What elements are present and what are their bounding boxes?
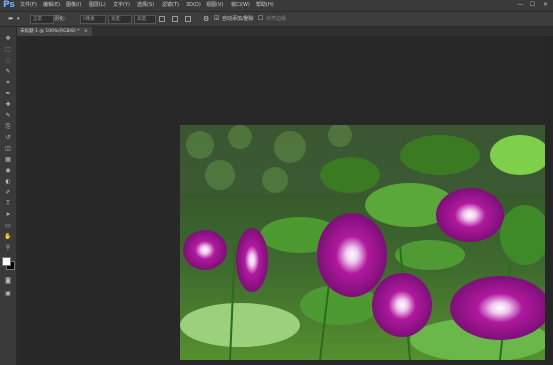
shape-tool-icon[interactable]: ▭ (4, 222, 12, 230)
auto-add-delete-checkbox[interactable]: ☑ (214, 12, 219, 26)
shape-button[interactable]: 高度: (134, 15, 156, 24)
path-alignment-icon[interactable] (172, 16, 178, 22)
document-canvas[interactable] (180, 125, 545, 360)
path-operations-icon[interactable] (159, 16, 165, 22)
auto-add-delete-label: 自动添加/删除 (222, 16, 254, 22)
eraser-tool-icon[interactable]: ◫ (4, 145, 12, 153)
minimize-icon[interactable]: — (516, 1, 525, 9)
right-scroll-area[interactable] (545, 36, 553, 365)
zoom-tool-icon[interactable]: ⚲ (4, 244, 12, 252)
selection-button[interactable]: 0像素 (80, 15, 106, 24)
photoshop-logo: Ps (3, 0, 15, 10)
stamp-tool-icon[interactable]: ⎘ (4, 123, 12, 131)
document-tab-title: 未标题-1 @ 100%(RGB/8) * (20, 29, 80, 34)
tool-preset-arrow-icon[interactable]: ▾ (17, 12, 20, 26)
menu-view[interactable]: 视图(V) (206, 0, 223, 11)
menu-edit[interactable]: 编辑(E) (43, 0, 60, 11)
tab-close-icon[interactable]: × (84, 29, 88, 34)
hand-tool-icon[interactable]: ✋ (4, 233, 12, 241)
quick-mask-icon[interactable]: ◙ (4, 277, 12, 285)
foreground-color-swatch[interactable] (2, 257, 11, 266)
quick-select-tool-icon[interactable]: ✎ (4, 68, 12, 76)
mask-button[interactable]: 宽度: (108, 15, 132, 24)
menu-file[interactable]: 文件(F) (20, 0, 37, 11)
menu-image[interactable]: 图像(I) (66, 0, 81, 11)
menu-window[interactable]: 窗口(W) (231, 0, 250, 11)
screen-mode-icon[interactable]: ▣ (4, 290, 12, 298)
document-tab-bar: 未标题-1 @ 100%(RGB/8) * × (16, 27, 553, 36)
menu-layer[interactable]: 图层(L) (89, 0, 106, 11)
menu-3d[interactable]: 3D(D) (186, 0, 201, 11)
move-tool-icon[interactable]: ✥ (4, 35, 12, 43)
history-brush-tool-icon[interactable]: ↺ (4, 134, 12, 142)
align-edges-checkbox[interactable]: ☐ (258, 12, 263, 26)
lasso-tool-icon[interactable]: ◌ (4, 57, 12, 65)
close-icon[interactable]: ✕ (541, 1, 550, 9)
align-edges-label: 对齐边缘 (266, 16, 287, 22)
marquee-tool-icon[interactable]: ⬚ (4, 46, 12, 54)
menu-type[interactable]: 文字(Y) (113, 0, 130, 11)
flower-photo (180, 125, 545, 360)
brush-tool-icon[interactable]: ✎ (4, 112, 12, 120)
pen-tool-icon[interactable]: ✐ (4, 189, 12, 197)
blur-tool-icon[interactable]: ◉ (4, 167, 12, 175)
menu-help[interactable]: 帮助(H) (256, 0, 274, 11)
path-arrangement-icon[interactable] (185, 16, 191, 22)
document-tab[interactable]: 未标题-1 @ 100%(RGB/8) * × (16, 27, 92, 36)
gradient-tool-icon[interactable]: ▦ (4, 156, 12, 164)
path-select-tool-icon[interactable]: ➤ (4, 211, 12, 219)
feather-label: 羽化: (54, 16, 66, 22)
gear-icon[interactable]: ⚙ (203, 12, 209, 26)
eyedropper-tool-icon[interactable]: ✒ (4, 90, 12, 98)
menu-bar: Ps 文件(F) 编辑(E) 图像(I) 图层(L) 文字(Y) 选择(S) 滤… (0, 0, 553, 12)
menu-filter[interactable]: 滤镜(T) (162, 0, 179, 11)
maximize-icon[interactable]: ☐ (528, 1, 537, 9)
type-tool-icon[interactable]: T (4, 200, 12, 208)
tools-panel: ✥ ⬚ ◌ ✎ ⌗ ✒ ✚ ✎ ⎘ ↺ ◫ ▦ ◉ ◐ ✐ T ➤ ▭ ✋ ⚲ ◙ ▣ (0, 27, 17, 365)
pen-tool-icon[interactable]: ✒ (8, 12, 14, 26)
menu-select[interactable]: 选择(S) (137, 0, 154, 11)
healing-tool-icon[interactable]: ✚ (4, 101, 12, 109)
path-mode-select[interactable]: 正常 (30, 15, 54, 24)
options-bar: ✒ ▾ 正常 羽化: 0像素 宽度: 高度: ⚙ ☑ 自动添加/删除 ☐ 对齐边… (0, 12, 553, 27)
crop-tool-icon[interactable]: ⌗ (4, 79, 12, 87)
dodge-tool-icon[interactable]: ◐ (4, 178, 12, 186)
